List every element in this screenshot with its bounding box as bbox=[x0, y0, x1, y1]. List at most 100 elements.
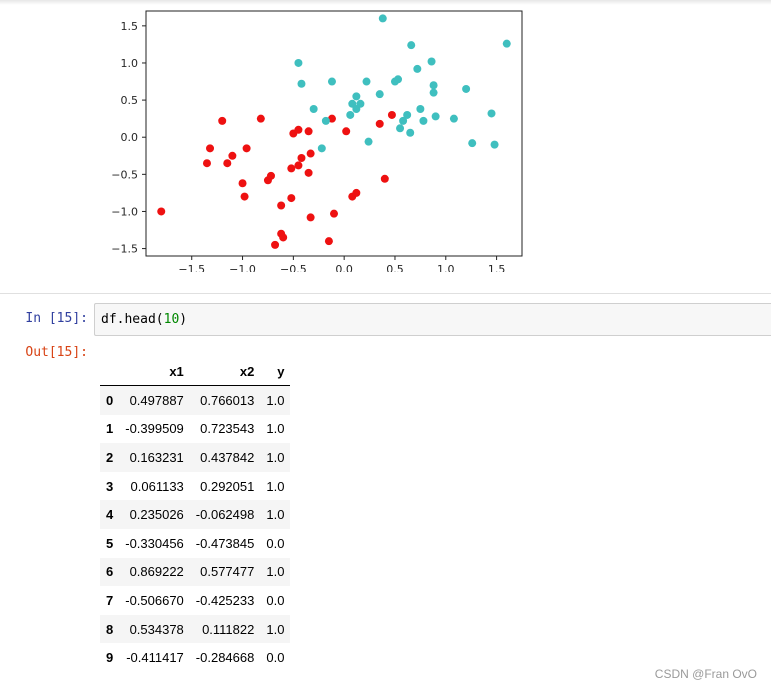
class-0-point bbox=[387, 110, 396, 119]
cell-y: 1.0 bbox=[266, 621, 285, 637]
cell-x2: 0.577477 bbox=[200, 564, 255, 580]
class-0-point bbox=[306, 149, 315, 158]
cell-y: 0.0 bbox=[266, 535, 285, 551]
y-tick-label: −1.0 bbox=[111, 205, 138, 218]
class-0-point bbox=[279, 233, 288, 242]
class-1-point bbox=[394, 75, 403, 84]
table-row: 7 -0.506670 -0.425233 0.0 bbox=[100, 586, 290, 615]
class-1-point bbox=[362, 77, 371, 86]
cell-divider bbox=[0, 293, 771, 294]
cell-x1: 0.235026 bbox=[129, 507, 184, 523]
y-tick-label: 0.5 bbox=[121, 94, 139, 107]
cell-x1: 0.869222 bbox=[129, 564, 184, 580]
input-prompt: In [15]: bbox=[25, 311, 88, 326]
row-index: 4 bbox=[106, 507, 114, 523]
cell-x2: -0.062498 bbox=[195, 507, 255, 523]
row-index: 5 bbox=[106, 535, 114, 551]
class-1-point bbox=[416, 105, 425, 113]
cell-x2: 0.723543 bbox=[200, 421, 255, 437]
dataframe-table: x1 x2 y 0 0.497887 0.766013 1.0 1 -0.399509 0.… bbox=[100, 357, 291, 672]
table-row: 2 0.163231 0.437842 1.0 bbox=[100, 443, 291, 472]
class-0-point bbox=[304, 127, 313, 136]
class-0-point bbox=[228, 151, 237, 160]
class-1-point bbox=[364, 137, 373, 146]
cell-y: 0.0 bbox=[266, 650, 285, 666]
y-tick-label: 0.0 bbox=[121, 131, 139, 144]
table-row: 3 0.061133 0.292051 1.0 bbox=[100, 472, 290, 501]
cell-y: 1.0 bbox=[266, 507, 285, 523]
cell-x1: -0.506670 bbox=[125, 592, 184, 608]
class-1-point bbox=[419, 116, 428, 125]
class-1-point bbox=[396, 124, 405, 133]
cell-x1: 0.497887 bbox=[129, 392, 184, 408]
y-tick-label: −1.5 bbox=[111, 243, 138, 256]
code-input-cell[interactable]: df.head(10) bbox=[94, 303, 771, 336]
class-0-point bbox=[324, 237, 333, 246]
class-0-point bbox=[242, 144, 251, 153]
x-tick-label: 1.0 bbox=[437, 263, 455, 272]
class-1-point bbox=[449, 114, 458, 123]
cell-x1: 0.163231 bbox=[129, 449, 184, 465]
class-0-point bbox=[277, 201, 286, 210]
class-1-point bbox=[327, 77, 336, 86]
y-tick-label: −0.5 bbox=[111, 168, 138, 181]
cell-x1: -0.330456 bbox=[125, 535, 184, 551]
row-index: 6 bbox=[106, 564, 114, 580]
x-tick-label: −1.0 bbox=[229, 263, 256, 272]
class-1-point bbox=[378, 14, 387, 23]
class-0-point bbox=[218, 116, 227, 125]
class-0-point bbox=[342, 127, 351, 136]
class-0-point bbox=[375, 119, 384, 128]
cell-x2: -0.284668 bbox=[195, 650, 255, 666]
cell-x2: -0.425233 bbox=[195, 592, 255, 608]
class-1-point bbox=[427, 57, 436, 66]
class-0-point bbox=[206, 144, 215, 153]
header-x2: x2 bbox=[189, 357, 261, 386]
class-0-point bbox=[256, 114, 265, 123]
code-text: df.head( bbox=[101, 312, 164, 327]
header-y: y bbox=[260, 357, 291, 386]
table-row: 6 0.869222 0.577477 1.0 bbox=[100, 557, 291, 587]
code-line[interactable]: df.head(10) bbox=[101, 312, 187, 327]
class-0-point bbox=[287, 164, 296, 173]
class-1-point bbox=[356, 99, 365, 108]
class-1-point bbox=[502, 39, 511, 48]
class-1-point bbox=[431, 112, 440, 121]
table-row: 0 0.497887 0.766013 1.0 bbox=[100, 385, 291, 415]
y-tick-label: 1.5 bbox=[121, 20, 139, 33]
x-tick-label: 1.5 bbox=[488, 263, 506, 272]
class-0-point bbox=[330, 209, 338, 218]
class-1-point bbox=[406, 128, 415, 137]
class-0-point bbox=[223, 159, 232, 168]
cell-y: 1.0 bbox=[266, 421, 285, 437]
class-1-point bbox=[462, 84, 471, 93]
cell-x1: -0.411417 bbox=[126, 650, 184, 666]
scatter-plot: −1.5 −1.0 −0.5 0.0 0.5 1.0 1.5 −1.5 −1.0 −0.5 0.0 0… bbox=[111, 10, 523, 272]
cell-x1: 0.061133 bbox=[130, 478, 184, 494]
x-tick-label: 0.0 bbox=[335, 263, 353, 272]
class-0-point bbox=[287, 194, 296, 203]
class-1-point bbox=[487, 109, 496, 118]
row-index: 8 bbox=[106, 621, 114, 637]
code-close-paren: ) bbox=[179, 312, 188, 327]
row-index: 1 bbox=[106, 421, 114, 437]
class-1-point bbox=[321, 116, 330, 125]
class-1-point bbox=[490, 140, 499, 149]
cell-x2: 0.111822 bbox=[202, 621, 255, 637]
class-0-point bbox=[266, 171, 275, 180]
cell-y: 1.0 bbox=[266, 564, 285, 580]
class-0-point bbox=[202, 159, 211, 168]
class-0-point bbox=[352, 188, 361, 197]
class-0-point bbox=[238, 179, 247, 188]
class-1-point bbox=[407, 41, 416, 50]
header-x1: x1 bbox=[119, 357, 190, 386]
class-0-point bbox=[297, 154, 306, 162]
class-1-point bbox=[403, 110, 412, 119]
output-prompt: Out[15]: bbox=[25, 345, 88, 360]
x-tick-label: −1.5 bbox=[178, 263, 205, 272]
code-number: 10 bbox=[163, 312, 180, 327]
cell-x2: -0.473845 bbox=[195, 535, 255, 551]
table-row: 5 -0.330456 -0.473845 0.0 bbox=[100, 529, 290, 558]
class-0-point bbox=[380, 174, 389, 183]
watermark: CSDN @Fran OvO bbox=[654, 667, 757, 681]
